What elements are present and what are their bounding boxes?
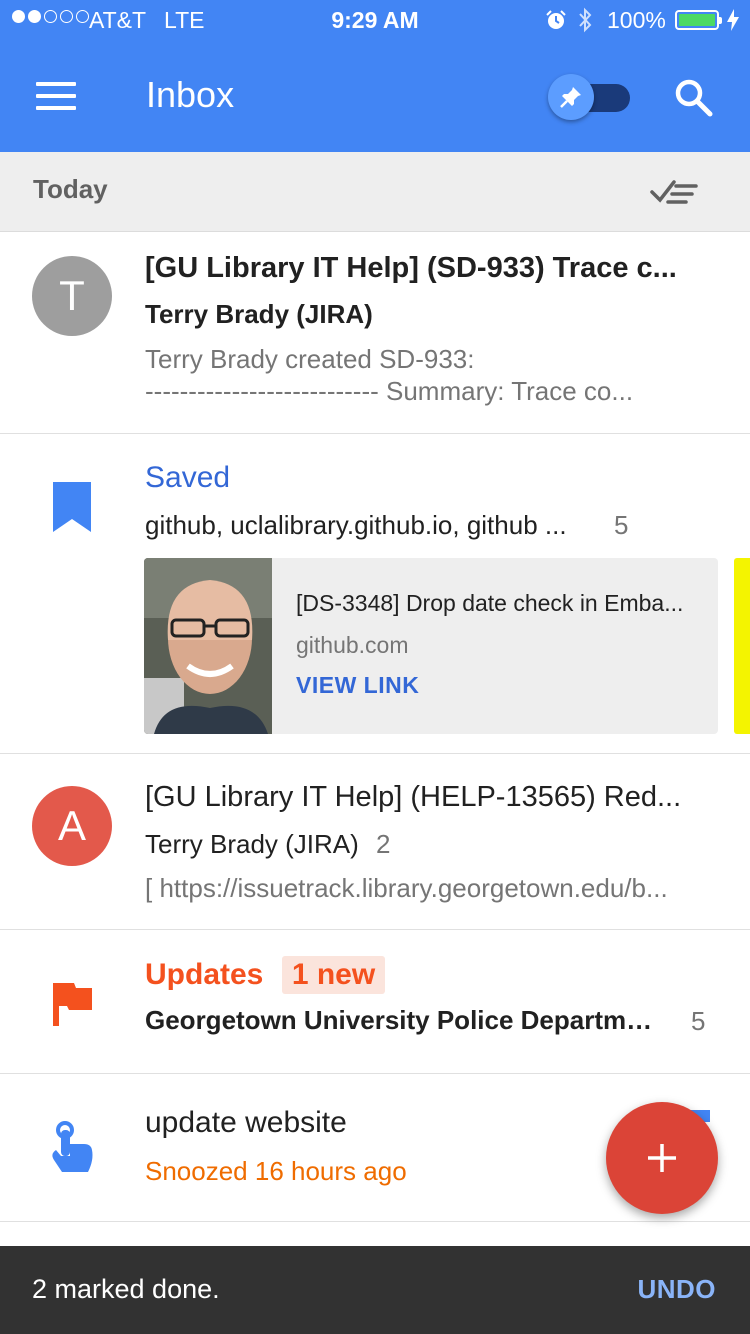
menu-icon[interactable]: [36, 82, 76, 110]
bundle-senders: github, uclalibrary.github.io, github ..…: [145, 510, 567, 540]
next-card-peek: [734, 558, 750, 734]
link-thumbnail: [144, 558, 272, 734]
link-card[interactable]: [DS-3348] Drop date check in Emba... git…: [144, 558, 718, 734]
pinned-toggle[interactable]: [548, 74, 634, 120]
link-domain: github.com: [296, 632, 409, 658]
avatar: T: [32, 256, 112, 336]
list-item[interactable]: A [GU Library IT Help] (HELP-13565) Red.…: [0, 754, 750, 930]
message-count: 2: [376, 829, 391, 859]
section-label: Today: [33, 174, 108, 204]
battery-percent: 100%: [607, 7, 666, 33]
email-snippet: [ https://issuetrack.library.georgetown.…: [145, 873, 668, 903]
pin-icon: [560, 87, 581, 108]
bundle-updates[interactable]: Updates 1 new Georgetown University Poli…: [0, 930, 750, 1074]
email-sender: Terry Brady (JIRA) 2: [145, 829, 391, 860]
plus-icon: [648, 1144, 676, 1172]
bookmark-icon: [53, 482, 91, 532]
bundle-saved[interactable]: Saved github, uclalibrary.github.io, git…: [0, 434, 750, 754]
undo-button[interactable]: UNDO: [637, 1274, 716, 1305]
email-snippet: Terry Brady created SD-933:: [145, 344, 475, 374]
email-sender: Terry Brady (JIRA): [145, 299, 373, 329]
alarm-icon: [546, 10, 566, 29]
reminder-hand-icon: [52, 1121, 93, 1172]
section-header: Today: [0, 152, 750, 232]
bluetooth-icon: [579, 7, 592, 33]
sweep-done-icon[interactable]: [648, 174, 700, 208]
app-bar: Inbox: [0, 40, 750, 152]
snackbar-message: 2 marked done.: [32, 1274, 220, 1304]
bundle-label: Updates: [145, 958, 264, 991]
message-count: 5: [691, 1006, 706, 1036]
page-title: Inbox: [146, 74, 235, 115]
charging-icon: [727, 9, 739, 31]
battery-icon: [675, 10, 722, 30]
reminder-title: update website: [145, 1106, 347, 1139]
avatar: A: [32, 786, 112, 866]
link-title: [DS-3348] Drop date check in Emba...: [296, 590, 684, 616]
email-subject: [GU Library IT Help] (SD-933) Trace c...: [145, 252, 677, 284]
message-count: 5: [614, 510, 629, 540]
bundle-label: Saved: [145, 461, 231, 494]
snooze-status: Snoozed 16 hours ago: [145, 1156, 407, 1186]
bundle-senders: Georgetown University Police Departme ..…: [145, 1005, 653, 1035]
compose-button[interactable]: [606, 1102, 718, 1214]
search-icon[interactable]: [672, 76, 716, 120]
status-bar: AT&T LTE 9:29 AM 100%: [0, 0, 750, 40]
snackbar: 2 marked done. UNDO: [0, 1246, 750, 1334]
flag-icon: [53, 983, 92, 1026]
list-item[interactable]: T [GU Library IT Help] (SD-933) Trace c.…: [0, 232, 750, 434]
email-subject: [GU Library IT Help] (HELP-13565) Red...: [145, 781, 682, 813]
new-badge: 1 new: [281, 956, 386, 994]
bundle-heading: Updates 1 new: [145, 956, 386, 994]
view-link-button[interactable]: VIEW LINK: [296, 672, 419, 699]
email-snippet: --------------------------- Summary: Tra…: [145, 376, 634, 406]
sender-name: Terry Brady (JIRA): [145, 829, 359, 859]
